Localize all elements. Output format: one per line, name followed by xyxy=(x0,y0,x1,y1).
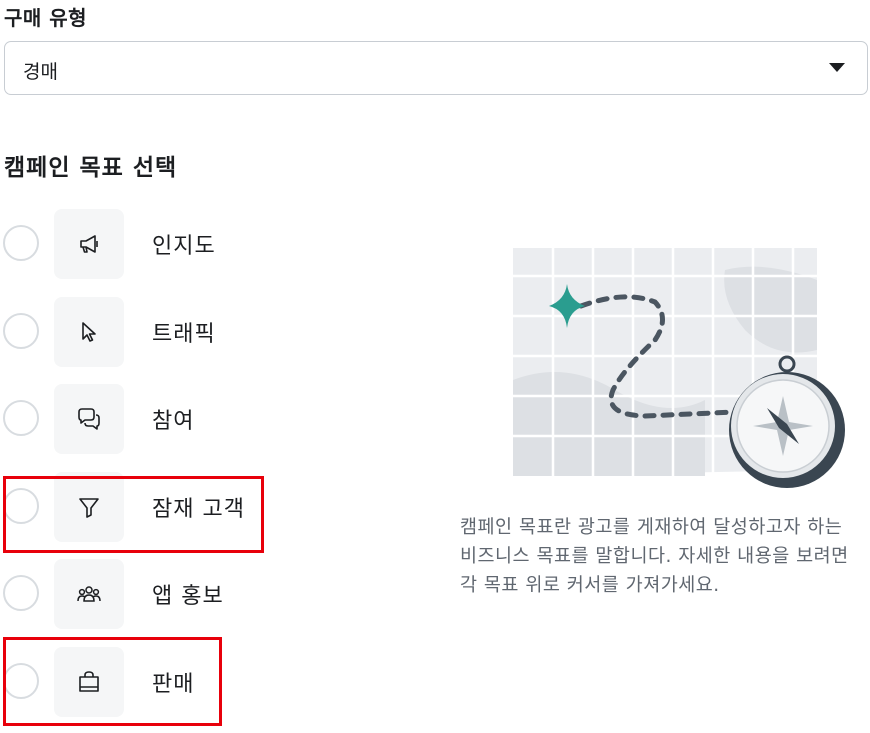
engagement-radio[interactable] xyxy=(3,400,39,436)
purchase-type-value: 경매 xyxy=(23,61,58,83)
awareness-radio[interactable] xyxy=(3,225,39,261)
app-promotion-label: 앱 홍보 xyxy=(152,584,224,609)
purchase-type-select[interactable]: 경매 xyxy=(4,41,868,95)
objective-option-app-promotion[interactable]: 앱 홍보 xyxy=(0,559,400,631)
engagement-label: 참여 xyxy=(152,409,195,434)
highlight-box-leads xyxy=(3,476,264,553)
objective-option-traffic[interactable]: 트래픽 xyxy=(0,297,400,369)
awareness-label: 인지도 xyxy=(152,234,216,259)
map-compass-illustration xyxy=(513,248,845,488)
objective-heading: 캠페인 목표 선택 xyxy=(4,155,178,181)
traffic-radio[interactable] xyxy=(3,313,39,349)
traffic-label: 트래픽 xyxy=(152,322,216,347)
objective-description: 캠페인 목표란 광고를 게재하여 달성하고자 하는 비즈니스 목표를 말합니다.… xyxy=(460,517,849,596)
caret-down-icon xyxy=(829,63,845,72)
app-promotion-radio[interactable] xyxy=(3,575,39,611)
highlight-box-sales xyxy=(3,637,222,726)
objective-option-awareness[interactable]: 인지도 xyxy=(0,209,400,281)
chat-bubbles-icon xyxy=(54,384,124,454)
objective-option-engagement[interactable]: 참여 xyxy=(0,384,400,456)
megaphone-icon xyxy=(54,209,124,279)
cursor-icon xyxy=(54,297,124,367)
people-icon xyxy=(54,559,124,629)
purchase-type-label: 구매 유형 xyxy=(4,6,88,30)
